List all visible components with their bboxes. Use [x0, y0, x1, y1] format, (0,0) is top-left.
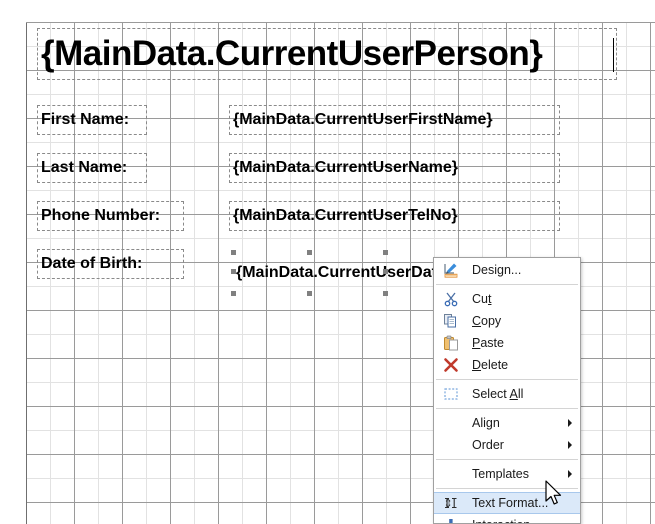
menu-item-align[interactable]: Align [434, 412, 580, 434]
menu-item-interaction-label: Interaction [472, 514, 530, 523]
label-last-name[interactable]: Last Name: [37, 153, 147, 183]
menu-item-cut[interactable]: Cut [434, 288, 580, 310]
resize-handle-bottom-center[interactable] [307, 291, 312, 296]
form-designer-window: {MainData.CurrentUserPerson} First Name:… [0, 0, 655, 524]
label-phone-number-text: Phone Number: [41, 207, 161, 224]
red-x-icon [441, 356, 461, 374]
menu-item-templates-label: Templates [472, 467, 529, 481]
label-date-of-birth[interactable]: Date of Birth: [37, 249, 184, 279]
menu-item-cut-label: Cut [472, 292, 492, 306]
clipboard-icon [441, 334, 461, 352]
blue-down-arrow-icon [441, 516, 461, 523]
chevron-right-icon [568, 441, 572, 449]
canvas-left-border [26, 22, 27, 524]
title-placeholder-text: {MainData.CurrentUserPerson} [41, 34, 543, 73]
value-first-name[interactable]: {MainData.CurrentUserFirstName} [229, 105, 560, 135]
value-last-name[interactable]: {MainData.CurrentUserName} [229, 153, 560, 183]
menu-item-text-format[interactable]: ⇕ Text Format... [434, 492, 580, 514]
menu-item-order[interactable]: Order [434, 434, 580, 456]
menu-item-design-label: Design... [472, 263, 522, 277]
menu-item-interaction[interactable]: Interaction [434, 514, 580, 523]
menu-separator [436, 488, 578, 489]
menu-item-paste[interactable]: Paste [434, 332, 580, 354]
label-last-name-text: Last Name: [41, 159, 128, 176]
context-menu[interactable]: Design... Cut Copy Paste Delete Select A… [433, 257, 581, 524]
text-format-icon: ⇕ [441, 494, 461, 512]
chevron-right-icon [568, 470, 572, 478]
chevron-right-icon [568, 419, 572, 427]
value-phone-number[interactable]: {MainData.CurrentUserTelNo} [229, 201, 560, 231]
label-first-name-text: First Name: [41, 111, 130, 128]
dashed-selection-icon [441, 385, 461, 403]
resize-handle-top-right[interactable] [383, 250, 388, 255]
resize-handle-bottom-right[interactable] [383, 291, 388, 296]
resize-handle-top-center[interactable] [307, 250, 312, 255]
resize-handle-middle-right[interactable] [383, 269, 388, 274]
label-phone-number[interactable]: Phone Number: [37, 201, 184, 231]
label-date-of-birth-text: Date of Birth: [41, 255, 143, 272]
design-pen-ruler-icon [441, 261, 461, 279]
menu-item-select-all-label: Select All [472, 387, 524, 401]
menu-separator [436, 408, 578, 409]
menu-item-text-format-label: Text Format... [472, 496, 549, 510]
value-date-of-birth[interactable]: {MainData.CurrentUserDateOfBirth} [233, 252, 507, 294]
resize-handle-top-left[interactable] [231, 250, 236, 255]
value-phone-number-text: {MainData.CurrentUserTelNo} [233, 207, 458, 224]
menu-item-templates[interactable]: Templates [434, 463, 580, 485]
text-caret [613, 38, 614, 72]
menu-separator [436, 284, 578, 285]
value-last-name-text: {MainData.CurrentUserName} [233, 159, 458, 176]
title-placeholder-field[interactable]: {MainData.CurrentUserPerson} [37, 28, 617, 80]
menu-item-copy[interactable]: Copy [434, 310, 580, 332]
menu-item-align-label: Align [472, 416, 500, 430]
menu-item-select-all[interactable]: Select All [434, 383, 580, 405]
menu-item-delete[interactable]: Delete [434, 354, 580, 376]
menu-separator [436, 379, 578, 380]
menu-item-copy-label: Copy [472, 314, 502, 328]
menu-item-paste-label: Paste [472, 336, 504, 350]
resize-handle-middle-left[interactable] [231, 269, 236, 274]
canvas-top-border [26, 22, 655, 23]
copy-pages-icon [441, 312, 461, 330]
value-first-name-text: {MainData.CurrentUserFirstName} [233, 111, 493, 128]
label-first-name[interactable]: First Name: [37, 105, 147, 135]
menu-item-design[interactable]: Design... [434, 259, 580, 281]
menu-item-delete-label: Delete [472, 358, 509, 372]
svg-text:⇕: ⇕ [444, 498, 453, 510]
scissors-icon [441, 290, 461, 308]
resize-handle-bottom-left[interactable] [231, 291, 236, 296]
menu-item-order-label: Order [472, 438, 504, 452]
menu-separator [436, 459, 578, 460]
